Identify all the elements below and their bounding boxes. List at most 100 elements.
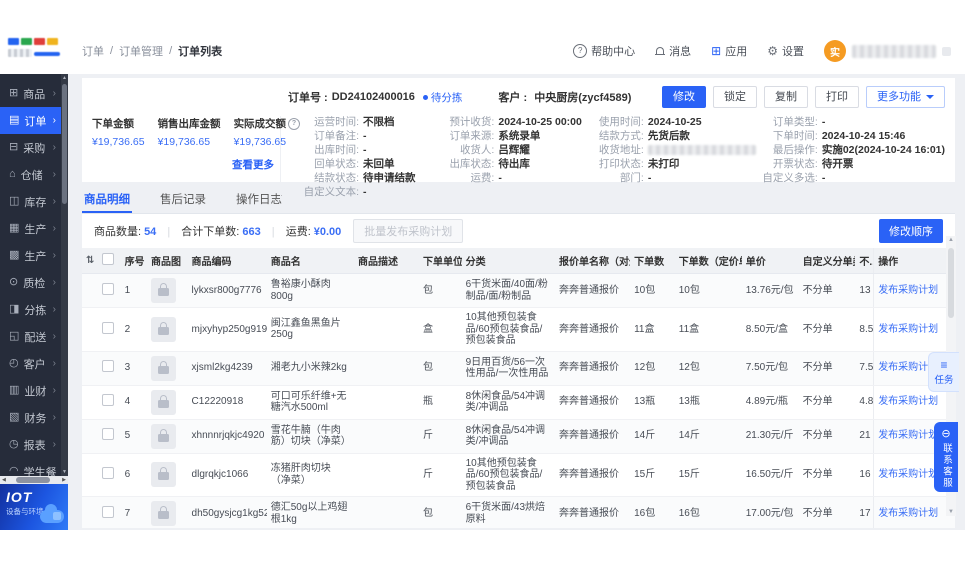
publish-purchase-plan-link[interactable]: 发布采购计划 bbox=[878, 285, 938, 296]
lock-icon bbox=[157, 321, 169, 335]
topbar-item-help[interactable]: ? 帮助中心 bbox=[573, 43, 635, 59]
batch-publish-purchase-plan-button[interactable]: 批量发布采购计划 bbox=[353, 219, 464, 243]
order-unit: 斤 bbox=[418, 419, 462, 454]
app-logo[interactable] bbox=[0, 34, 68, 68]
topbar-item-bell[interactable]: 消息 bbox=[655, 43, 691, 59]
chevron-right-icon: › bbox=[52, 331, 56, 342]
sidebar-item-inventory[interactable]: ◫ 库存 › bbox=[0, 188, 61, 215]
product-image-placeholder[interactable] bbox=[150, 278, 176, 303]
row-checkbox[interactable] bbox=[102, 321, 115, 334]
scrollbar-thumb[interactable] bbox=[16, 477, 50, 483]
product-image-placeholder[interactable] bbox=[150, 501, 176, 526]
table-header-row: ⇅ 序号 商品图 商品编码 商品名 商品描述 下单单位 分类 报价单名称（对外）… bbox=[82, 248, 955, 274]
col-actions: 操作 bbox=[873, 248, 955, 274]
product-image-placeholder[interactable] bbox=[150, 462, 176, 488]
product-image-placeholder[interactable] bbox=[150, 423, 176, 449]
product-image-placeholder[interactable] bbox=[150, 316, 176, 342]
custom-split-type-label: 自定义分单类型 bbox=[802, 257, 856, 268]
sidebar-item-customers[interactable]: ◴ 客户 › bbox=[0, 350, 61, 377]
breadcrumb-item[interactable]: 订单 bbox=[82, 43, 104, 59]
row-checkbox[interactable] bbox=[102, 467, 115, 479]
product-image-placeholder[interactable] bbox=[150, 355, 176, 381]
task-floating-button[interactable]: ≡ 任务 bbox=[928, 352, 959, 392]
product-image-placeholder[interactable] bbox=[150, 389, 176, 415]
breadcrumb-item[interactable]: 订单管理 bbox=[119, 43, 163, 59]
publish-purchase-plan-link[interactable]: 发布采购计划 bbox=[878, 469, 938, 480]
scroll-up-icon[interactable]: ▲ bbox=[946, 237, 956, 243]
more-actions-button[interactable]: 更多功能 bbox=[866, 86, 945, 108]
sidebar-item-qc[interactable]: ⊙ 质检 › bbox=[0, 269, 61, 296]
view-more-link[interactable]: 查看更多 bbox=[92, 157, 274, 172]
publish-purchase-plan-link[interactable]: 发布采购计划 bbox=[878, 430, 938, 441]
sidebar-item-biz-finance[interactable]: ▥ 业财 › bbox=[0, 377, 61, 404]
sidebar-menu: ⊞ 商品 › ▤ 订单 › ⊟ 采购 › ⌂ 仓储 › ◫ 库存 › ▦ 生产 … bbox=[0, 80, 61, 485]
order-field: 结款方式: 先货后款 bbox=[582, 130, 756, 143]
lock-button[interactable]: 锁定 bbox=[713, 86, 757, 108]
scrollbar-thumb[interactable] bbox=[62, 84, 67, 204]
sort-column-header[interactable]: ⇅ bbox=[82, 248, 99, 274]
sidebar-item-orders[interactable]: ▤ 订单 › bbox=[0, 107, 61, 134]
row-checkbox[interactable] bbox=[102, 394, 115, 407]
delivery-icon: ◱ bbox=[9, 330, 20, 342]
chevron-right-icon: › bbox=[52, 223, 56, 234]
edit-button[interactable]: 修改 bbox=[662, 86, 706, 108]
col-product-name: 商品名 bbox=[266, 248, 355, 274]
finance-icon: ▧ bbox=[9, 411, 20, 423]
col-order-qty-pricing: 下单数（定价单位） bbox=[674, 248, 742, 274]
user-menu-caret[interactable] bbox=[942, 46, 951, 56]
product-desc bbox=[354, 453, 419, 497]
sidebar-item-goods[interactable]: ⊞ 商品 › bbox=[0, 80, 61, 107]
publish-purchase-plan-link[interactable]: 发布采购计划 bbox=[878, 324, 938, 335]
topbar-item-apps[interactable]: ⊞ 应用 bbox=[711, 43, 747, 59]
field-label: 收货人: bbox=[459, 144, 495, 156]
amount-summary: 下单金额 ¥19,736.65 销售出库金额 ¥19,736.65 实际成交额?… bbox=[92, 116, 301, 199]
scrollbar-thumb[interactable] bbox=[948, 248, 954, 318]
scroll-up-icon[interactable]: ▲ bbox=[61, 75, 68, 81]
biz-finance-icon: ▥ bbox=[9, 384, 20, 396]
row-checkbox[interactable] bbox=[102, 428, 115, 441]
sidebar-horizontal-scrollbar[interactable]: ◀ ▶ bbox=[0, 476, 68, 484]
order-title-row: 订单号 : DD24102400016 待分拣 客户 : 中央厨房(zycf45… bbox=[288, 86, 945, 108]
chevron-right-icon: › bbox=[52, 88, 56, 99]
copy-button[interactable]: 复制 bbox=[764, 86, 808, 108]
sidebar-item-production-2[interactable]: ▩ 生产 › bbox=[0, 242, 61, 269]
reorder-button[interactable]: 修改顺序 bbox=[879, 219, 943, 243]
scroll-right-icon[interactable]: ▶ bbox=[62, 476, 66, 484]
select-all-checkbox[interactable] bbox=[102, 253, 115, 265]
row-checkbox[interactable] bbox=[102, 360, 115, 373]
order-status-badge: 待分拣 bbox=[423, 90, 463, 105]
publish-purchase-plan-link[interactable]: 发布采购计划 bbox=[878, 508, 938, 519]
sort-icon: ⇅ bbox=[86, 255, 95, 266]
topbar-item-gear[interactable]: ⚙ 设置 bbox=[767, 43, 804, 59]
col-product-code: 商品编码 bbox=[187, 248, 267, 274]
field-label: 订单类型: bbox=[772, 116, 818, 128]
scroll-down-icon[interactable]: ▼ bbox=[946, 509, 956, 515]
order-field: 使用时间: 2024-10-25 bbox=[582, 116, 756, 129]
order-field: 订单备注: - bbox=[297, 130, 432, 143]
sidebar-item-delivery[interactable]: ◱ 配送 › bbox=[0, 323, 61, 350]
lock-icon bbox=[157, 428, 169, 442]
sidebar-item-production[interactable]: ▦ 生产 › bbox=[0, 215, 61, 242]
publish-purchase-plan-link[interactable]: 发布采购计划 bbox=[878, 396, 938, 407]
sidebar-item-warehouse[interactable]: ⌂ 仓储 › bbox=[0, 161, 61, 188]
chevron-right-icon: › bbox=[52, 412, 56, 423]
scroll-left-icon[interactable]: ◀ bbox=[2, 476, 6, 484]
avatar[interactable]: 实 bbox=[824, 40, 846, 62]
tax-free-price-truncated: 17 bbox=[855, 496, 874, 528]
sidebar-item-finance[interactable]: ▧ 财务 › bbox=[0, 404, 61, 431]
print-button[interactable]: 打印 bbox=[815, 86, 859, 108]
row-checkbox[interactable] bbox=[102, 282, 115, 295]
order-field: 结款状态: 待申请结款 bbox=[297, 172, 432, 185]
logo-block-blue bbox=[8, 38, 19, 45]
sidebar-item-sorting[interactable]: ◨ 分拣 › bbox=[0, 296, 61, 323]
iot-banner[interactable]: IOT 设备与环境 bbox=[0, 484, 68, 530]
sidebar-item-purchase[interactable]: ⊟ 采购 › bbox=[0, 134, 61, 161]
items-table: ⇅ 序号 商品图 商品编码 商品名 商品描述 下单单位 分类 报价单名称（对外）… bbox=[82, 248, 955, 528]
product-name: 鲁裕康小酥肉800g bbox=[266, 273, 355, 308]
sidebar-item-reports[interactable]: ◷ 报表 › bbox=[0, 431, 61, 458]
contact-service-floating-button[interactable]: ⊖ 联系客服 bbox=[934, 422, 958, 492]
sidebar-vertical-scrollbar[interactable]: ▲ ▼ bbox=[61, 74, 68, 476]
scroll-down-icon[interactable]: ▼ bbox=[61, 469, 68, 475]
row-checkbox[interactable] bbox=[102, 505, 115, 518]
table-row: 2 mjxyhyp250g9196 闽江鑫鱼黑鱼片250g 盒 10其他预包装食… bbox=[82, 307, 955, 352]
